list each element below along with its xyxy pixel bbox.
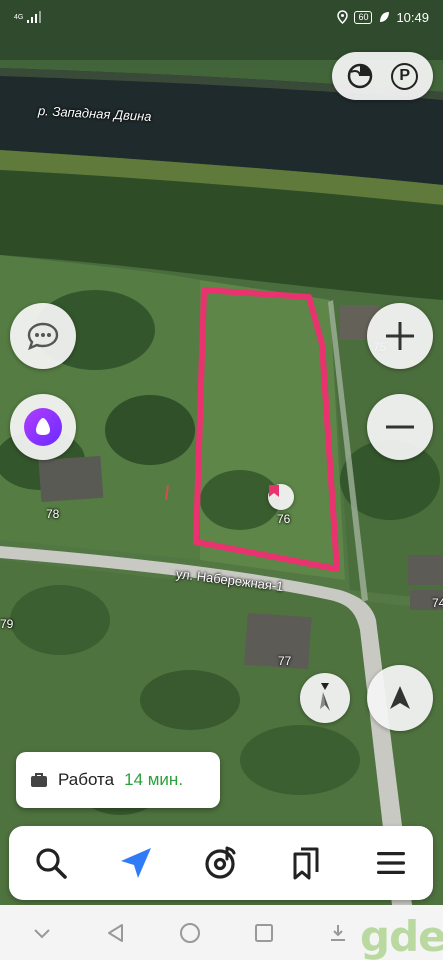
nav-notifications-button[interactable] (324, 919, 352, 947)
zoom-in-button[interactable] (367, 303, 433, 369)
back-triangle-icon (108, 923, 123, 942)
chat-bubble-icon (27, 322, 59, 351)
house-number-76: 76 (277, 512, 291, 526)
signal-icon (27, 11, 42, 23)
house-number-78: 78 (46, 507, 60, 521)
parking-label: P (391, 62, 419, 90)
search-button[interactable] (24, 836, 78, 890)
menu-icon (376, 852, 405, 874)
plus-icon (386, 322, 414, 350)
nav-home-button[interactable] (176, 919, 204, 947)
menu-button[interactable] (364, 836, 418, 890)
layers-icon (348, 63, 373, 89)
route-destination: Работа (58, 770, 115, 789)
house-number-74: 74 (432, 596, 443, 610)
bottom-toolbar (9, 826, 433, 900)
navigator-icon (121, 848, 152, 878)
nav-recents-button[interactable] (250, 919, 278, 947)
work-route-card[interactable]: Работа 14 мин. (16, 752, 220, 808)
zoom-out-button[interactable] (367, 394, 433, 460)
layers-button[interactable] (342, 58, 378, 94)
bookmark-pin[interactable] (268, 484, 294, 510)
bookmark-pin-icon (269, 485, 279, 497)
alice-assistant-icon (24, 408, 62, 446)
download-tray-icon (331, 924, 345, 941)
nav-dropdown-button[interactable] (28, 919, 56, 947)
navigator-button[interactable] (109, 836, 163, 890)
clock: 10:49 (396, 9, 429, 25)
location-icon (337, 10, 349, 24)
briefcase-icon (31, 773, 47, 787)
nav-back-button[interactable] (102, 919, 130, 947)
music-icon (205, 846, 236, 879)
recents-square-icon (255, 923, 273, 942)
network-type: 4G (14, 13, 24, 21)
feedback-chat-button[interactable] (10, 303, 76, 369)
my-location-button[interactable] (367, 665, 433, 731)
map-options-pill: P (332, 52, 433, 100)
alice-assistant-button[interactable] (10, 394, 76, 460)
bookmarks-icon (293, 847, 319, 880)
leaf-icon (380, 12, 390, 22)
route-duration: 14 мин. (124, 770, 184, 789)
house-number-79: 79 (0, 617, 14, 631)
minus-icon (386, 425, 414, 429)
home-circle-icon (180, 922, 200, 943)
chevron-down-icon (34, 928, 50, 938)
house-number-77: 77 (278, 654, 292, 668)
battery-level: 60 (354, 10, 373, 24)
navigation-arrow-icon (390, 686, 410, 709)
bookmarks-button[interactable] (279, 836, 333, 890)
status-bar: 4G 60 10:49 (0, 0, 443, 34)
search-icon (36, 848, 68, 879)
compass-button[interactable] (300, 673, 350, 723)
compass-icon (320, 683, 330, 711)
site-watermark: gde (360, 912, 443, 960)
music-button[interactable] (194, 836, 248, 890)
parking-button[interactable]: P (387, 58, 423, 94)
